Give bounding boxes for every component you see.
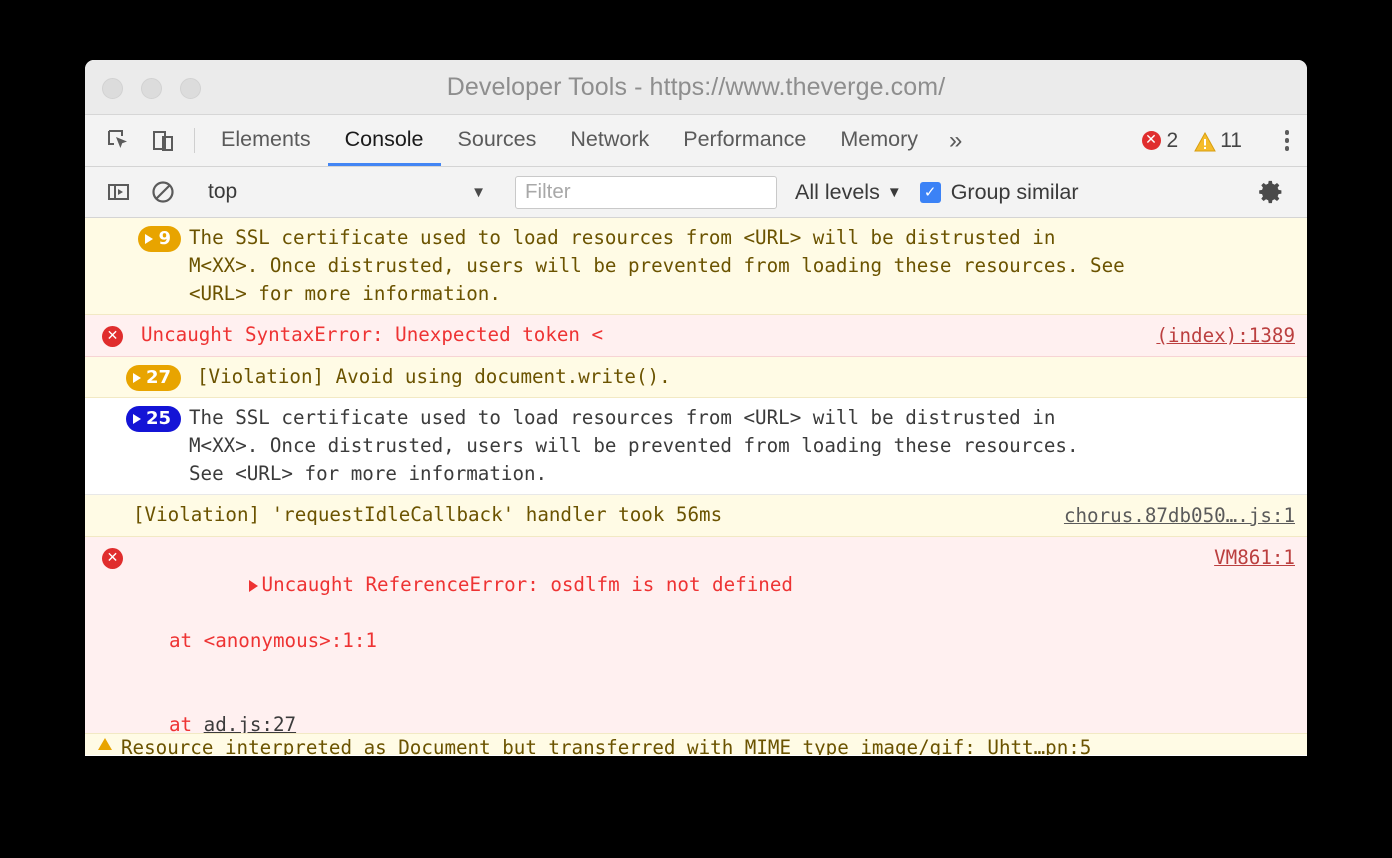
tab-sources[interactable]: Sources (441, 115, 554, 166)
message-gutter: ✕ (85, 321, 123, 347)
console-message[interactable]: 9 The SSL certificate used to load resou… (85, 218, 1307, 315)
execution-context-value: top (208, 180, 238, 203)
device-toolbar-icon[interactable] (141, 115, 185, 166)
devtools-window: Developer Tools - https://www.theverge.c… (85, 60, 1307, 756)
source-link[interactable]: VM861:1 (1200, 543, 1295, 572)
console-message[interactable]: ✕ Uncaught SyntaxError: Unexpected token… (85, 315, 1307, 357)
expand-triangle-icon (132, 414, 141, 424)
settings-gear-icon[interactable] (1249, 178, 1293, 206)
error-x-icon: ✕ (1141, 131, 1161, 150)
console-output[interactable]: 9 The SSL certificate used to load resou… (85, 218, 1307, 755)
group-similar-checkbox[interactable]: ✓ (919, 181, 941, 203)
message-gutter: 9 (85, 224, 181, 252)
group-similar-label: Group similar (950, 179, 1079, 204)
message-text: Uncaught SyntaxError: Unexpected token < (141, 323, 604, 346)
message-text: Resource interpreted as Document but tra… (121, 736, 1092, 755)
warning-count-label: 11 (1220, 128, 1242, 152)
filter-input[interactable] (515, 175, 777, 209)
tab-performance[interactable]: Performance (666, 115, 823, 166)
group-badge[interactable]: 27 (125, 365, 181, 391)
clear-console-icon[interactable] (141, 179, 185, 205)
toolbar-divider (194, 128, 195, 153)
chevron-down-icon: ▼ (471, 183, 486, 201)
tab-elements[interactable]: Elements (204, 115, 328, 166)
group-similar-toggle[interactable]: ✓ Group similar (919, 179, 1079, 205)
issue-counts[interactable]: ✕ 2 11 (1141, 115, 1308, 166)
maximize-button[interactable] (180, 78, 201, 99)
tab-network[interactable]: Network (553, 115, 666, 166)
expand-triangle-icon (132, 373, 141, 383)
error-x-icon: ✕ (102, 326, 123, 347)
source-link[interactable]: (index):1389 (1142, 321, 1295, 350)
devtools-tabs: Elements Console Sources Network Perform… (204, 115, 935, 166)
group-badge[interactable]: 9 (138, 226, 181, 252)
console-filter-toolbar: top ▼ All levels ▼ ✓ Group similar (85, 167, 1307, 218)
error-title: Uncaught ReferenceError: osdlfm is not d… (261, 573, 793, 596)
console-sidebar-icon[interactable] (97, 179, 141, 205)
log-levels-select[interactable]: All levels ▼ (795, 180, 902, 205)
chevron-down-icon: ▼ (886, 183, 902, 201)
window-title: Developer Tools - https://www.theverge.c… (446, 72, 946, 101)
group-badge[interactable]: 25 (125, 406, 181, 432)
devtools-tabstrip: Elements Console Sources Network Perform… (85, 115, 1307, 167)
message-text: [Violation] Avoid using document.write()… (197, 365, 671, 388)
message-gutter: 27 (85, 363, 181, 391)
minimize-button[interactable] (141, 78, 162, 99)
group-count: 9 (158, 228, 171, 249)
warning-triangle-icon (97, 737, 113, 751)
error-count-label: 2 (1166, 128, 1179, 152)
inspect-element-icon[interactable] (97, 115, 141, 166)
close-button[interactable] (102, 78, 123, 99)
expand-triangle-icon (145, 234, 154, 244)
tabstrip-spacer (976, 115, 1137, 166)
window-traffic-lights[interactable] (102, 78, 201, 99)
warning-count-group[interactable]: 11 (1194, 129, 1242, 153)
message-text: The SSL certificate used to load resourc… (189, 226, 1125, 305)
message-gutter: 25 (85, 404, 181, 432)
group-count: 27 (145, 367, 171, 388)
more-tabs-icon[interactable]: » (935, 115, 976, 166)
message-text: The SSL certificate used to load resourc… (189, 406, 1079, 485)
console-message[interactable]: [Violation] 'requestIdleCallback' handle… (85, 495, 1307, 537)
tab-console[interactable]: Console (327, 115, 441, 166)
source-link[interactable]: chorus.87db050….js:1 (1050, 501, 1295, 530)
message-gutter (85, 501, 123, 503)
error-x-icon: ✕ (102, 548, 123, 569)
screenshot-root: Developer Tools - https://www.theverge.c… (0, 0, 1392, 858)
more-options-icon[interactable] (1267, 130, 1307, 151)
execution-context-select[interactable]: top ▼ (204, 180, 496, 204)
group-count: 25 (145, 408, 171, 429)
console-message[interactable]: 25 The SSL certificate used to load reso… (85, 398, 1307, 495)
stack-line: at <anonymous>:1:1 (169, 629, 377, 652)
tab-memory[interactable]: Memory (823, 115, 935, 166)
console-message[interactable]: ✕ Uncaught ReferenceError: osdlfm is not… (85, 537, 1307, 755)
expand-triangle-icon[interactable] (248, 580, 258, 592)
message-gutter: ✕ (85, 543, 123, 569)
warning-triangle-icon (1194, 131, 1217, 151)
error-count-group[interactable]: ✕ 2 (1141, 128, 1179, 153)
log-levels-label: All levels (795, 179, 880, 204)
message-text: Uncaught ReferenceError: osdlfm is not d… (123, 543, 1200, 755)
console-message-clipped[interactable]: Resource interpreted as Document but tra… (85, 733, 1307, 755)
window-titlebar: Developer Tools - https://www.theverge.c… (85, 60, 1307, 115)
message-text: [Violation] 'requestIdleCallback' handle… (133, 503, 723, 526)
console-message[interactable]: 27 [Violation] Avoid using document.writ… (85, 357, 1307, 398)
